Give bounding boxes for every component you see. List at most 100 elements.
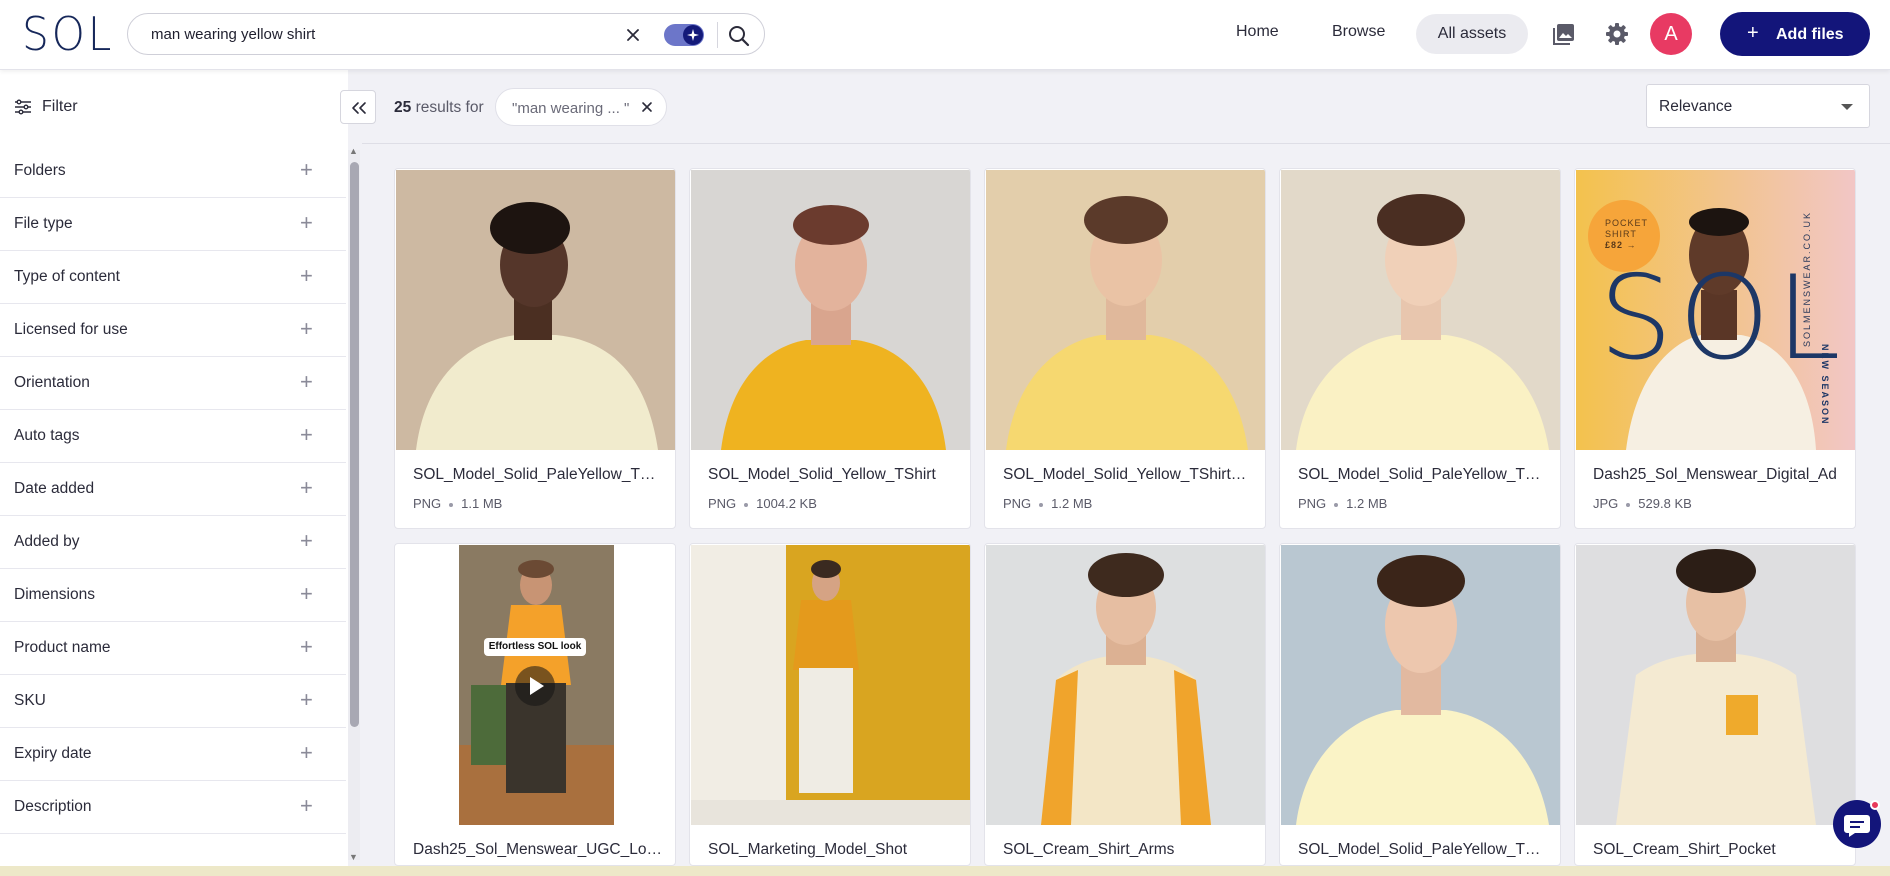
query-chip[interactable]: "man wearing ... " [495,88,667,126]
asset-meta: PNG 1.1 MB [413,496,502,511]
facet-orientation[interactable]: Orientation + [0,357,346,410]
asset-name[interactable]: SOL_Cream_Shirt_Pocket [1593,841,1843,859]
close-icon[interactable] [639,99,655,115]
asset-name[interactable]: Dash25_Sol_Menswear_UGC_Lookbook [413,841,663,859]
nav-browse[interactable]: Browse [1332,23,1385,41]
gear-icon[interactable] [1603,20,1631,48]
close-icon[interactable] [622,24,644,46]
plus-icon[interactable]: + [300,688,313,712]
facet-added-by[interactable]: Added by + [0,516,346,569]
results-count-number: 25 [394,99,412,116]
dot-separator [1039,502,1044,507]
asset-type: PNG [1003,496,1032,511]
ad-season-text: NEW SEASON [1820,344,1830,426]
asset-name[interactable]: SOL_Model_Solid_PaleYellow_TShirt [413,466,663,484]
facet-label: SKU [14,692,46,709]
ai-search-toggle[interactable] [664,24,704,46]
collapse-sidebar-button[interactable] [340,90,376,124]
results-count-suffix: results for [415,99,484,116]
search-box[interactable]: man wearing yellow shirt [127,13,765,55]
plus-icon[interactable]: + [300,476,313,500]
facet-date-added[interactable]: Date added + [0,463,346,516]
plus-icon[interactable]: + [300,158,313,182]
facet-label: Licensed for use [14,321,128,338]
facet-sku[interactable]: SKU + [0,675,346,728]
asset-thumbnail[interactable] [986,545,1265,825]
ad-shirt-line: SHIRT [1605,229,1637,239]
asset-name[interactable]: SOL_Cream_Shirt_Arms [1003,841,1253,859]
gallery-icon[interactable] [1550,20,1578,48]
filter-sidebar: Filter Folders + File type + Type of conte… [0,70,348,870]
ad-pocket-line: POCKET [1605,218,1649,228]
dot-separator [449,502,454,507]
asset-card[interactable]: Effortless SOL look Dash25_Sol_Menswear_… [394,543,676,866]
add-files-label: Add files [1776,26,1844,43]
search-icon[interactable] [726,23,752,49]
facet-licensed-for-use[interactable]: Licensed for use + [0,304,346,357]
asset-card[interactable]: SOL_Cream_Shirt_Arms [984,543,1266,866]
facet-product-name[interactable]: Product name + [0,622,346,675]
asset-card[interactable]: SOL_Model_Solid_Yellow_TShirt PNG 1004.2 … [689,168,971,529]
nav-all-assets[interactable]: All assets [1416,14,1528,54]
avatar[interactable]: A [1650,13,1692,55]
asset-name[interactable]: SOL_Marketing_Model_Shot [708,841,958,859]
asset-name[interactable]: SOL_Model_Solid_PaleYellow_TShirt_v2 [1298,466,1548,484]
facet-label: Expiry date [14,745,92,762]
query-chip-label: "man wearing ... " [512,100,630,117]
asset-card[interactable]: SOL_Marketing_Model_Shot [689,543,971,866]
facet-auto-tags[interactable]: Auto tags + [0,410,346,463]
asset-thumbnail[interactable] [691,545,970,825]
plus-icon[interactable]: + [300,529,313,553]
add-files-button[interactable]: + Add files [1720,12,1870,56]
filter-header[interactable]: Filter [0,70,348,144]
asset-card[interactable]: POCKET SHIRT £82 → SOL SOLMENSWEAR.CO.UK… [1574,168,1856,529]
double-chevron-left-icon [352,102,366,114]
asset-card[interactable]: SOL_Model_Solid_PaleYellow_TShirt_v3 [1279,543,1561,866]
facet-file-type[interactable]: File type + [0,198,346,251]
facet-dimensions[interactable]: Dimensions + [0,569,346,622]
app-logo[interactable]: SOL [22,10,114,58]
asset-thumbnail[interactable] [1576,545,1855,825]
plus-icon[interactable]: + [300,582,313,606]
plus-icon[interactable]: + [300,264,313,288]
facet-type-of-content[interactable]: Type of content + [0,251,346,304]
asset-card[interactable]: SOL_Model_Solid_Yellow_TShirt_v2 PNG 1.2 … [984,168,1266,529]
asset-thumbnail[interactable] [986,170,1265,450]
plus-icon[interactable]: + [300,423,313,447]
plus-icon[interactable]: + [300,211,313,235]
facet-label: File type [14,215,73,232]
ad-price-line: £82 → [1605,240,1637,250]
plus-icon[interactable]: + [300,370,313,394]
play-icon[interactable] [515,666,555,706]
scroll-down-icon[interactable]: ▼ [349,852,358,862]
asset-thumbnail[interactable] [396,170,675,450]
facet-folders[interactable]: Folders + [0,145,346,198]
asset-name[interactable]: SOL_Model_Solid_PaleYellow_TShirt_v3 [1298,841,1548,859]
filter-label: Filter [42,98,78,115]
asset-thumbnail[interactable] [1281,170,1560,450]
asset-thumbnail[interactable] [691,170,970,450]
asset-name[interactable]: SOL_Model_Solid_Yellow_TShirt_v2 [1003,466,1253,484]
asset-type: PNG [708,496,737,511]
nav-home[interactable]: Home [1236,23,1279,41]
plus-icon[interactable]: + [300,741,313,765]
plus-icon[interactable]: + [300,794,313,818]
asset-thumbnail[interactable] [1281,545,1560,825]
facet-expiry-date[interactable]: Expiry date + [0,728,346,781]
search-input[interactable]: man wearing yellow shirt [151,26,315,43]
scroll-up-icon[interactable]: ▲ [349,146,358,156]
asset-name[interactable]: Dash25_Sol_Menswear_Digital_Ad [1593,466,1843,484]
sort-select[interactable]: Relevance [1646,84,1870,128]
asset-card[interactable]: SOL_Cream_Shirt_Pocket [1574,543,1856,866]
asset-name[interactable]: SOL_Model_Solid_Yellow_TShirt [708,466,958,484]
asset-card[interactable]: SOL_Model_Solid_PaleYellow_TShirt_v2 PNG… [1279,168,1561,529]
plus-icon[interactable]: + [300,317,313,341]
results-count: 25 results for [394,99,484,117]
asset-meta: JPG 529.8 KB [1593,496,1692,511]
sidebar-scrollbar-thumb[interactable] [350,162,359,727]
facet-label: Orientation [14,374,90,391]
plus-icon[interactable]: + [300,635,313,659]
asset-card[interactable]: SOL_Model_Solid_PaleYellow_TShirt PNG 1.1… [394,168,676,529]
facet-label: Dimensions [14,586,95,603]
facet-description[interactable]: Description + [0,781,346,834]
